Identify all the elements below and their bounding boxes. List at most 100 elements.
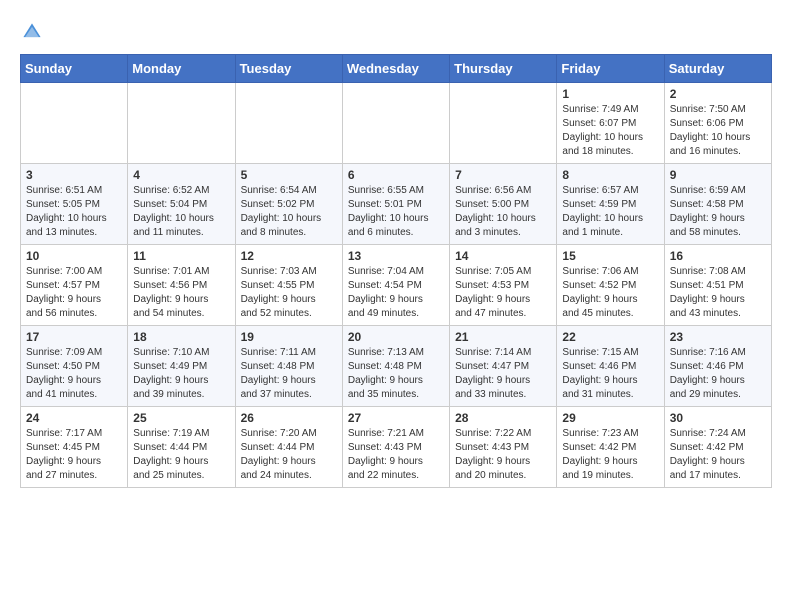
day-info: Sunrise: 7:13 AM Sunset: 4:48 PM Dayligh… (348, 346, 444, 402)
day-number: 25 (133, 411, 229, 425)
day-info: Sunrise: 7:49 AM Sunset: 6:07 PM Dayligh… (562, 103, 658, 159)
day-number: 14 (455, 249, 551, 263)
day-info: Sunrise: 7:19 AM Sunset: 4:44 PM Dayligh… (133, 427, 229, 483)
calendar-cell: 23Sunrise: 7:16 AM Sunset: 4:46 PM Dayli… (664, 326, 771, 407)
calendar-cell: 1 Sunrise: 7:49 AM Sunset: 6:07 PM Daylig… (557, 83, 664, 164)
day-info: Sunrise: 7:24 AM Sunset: 4:42 PM Dayligh… (670, 427, 766, 483)
day-info: Sunrise: 7:01 AM Sunset: 4:56 PM Dayligh… (133, 265, 229, 321)
day-number: 13 (348, 249, 444, 263)
calendar-cell: 20 Sunrise: 7:13 AM Sunset: 4:48 PM Dayli… (342, 326, 449, 407)
day-info: Sunrise: 6:51 AM Sunset: 5:05 PM Dayligh… (26, 184, 122, 240)
day-number: 19 (241, 330, 337, 344)
day-number: 5 (241, 168, 337, 182)
day-info: Sunrise: 6:55 AM Sunset: 5:01 PM Dayligh… (348, 184, 444, 240)
day-number: 11 (133, 249, 229, 263)
calendar-cell: 4 Sunrise: 6:52 AM Sunset: 5:04 PM Daylig… (128, 164, 235, 245)
calendar-header-tuesday: Tuesday (235, 55, 342, 83)
day-number: 8 (562, 168, 658, 182)
calendar-cell: 21 Sunrise: 7:14 AM Sunset: 4:47 PM Dayli… (450, 326, 557, 407)
calendar-cell: 27 Sunrise: 7:21 AM Sunset: 4:43 PM Dayli… (342, 407, 449, 488)
calendar-cell: 3 Sunrise: 6:51 AM Sunset: 5:05 PM Daylig… (21, 164, 128, 245)
day-info: Sunrise: 7:17 AM Sunset: 4:45 PM Dayligh… (26, 427, 122, 483)
logo-icon (20, 20, 44, 44)
day-number: 3 (26, 168, 122, 182)
day-info: Sunrise: 7:21 AM Sunset: 4:43 PM Dayligh… (348, 427, 444, 483)
day-info: Sunrise: 7:08 AM Sunset: 4:51 PM Dayligh… (670, 265, 766, 321)
day-info: Sunrise: 7:00 AM Sunset: 4:57 PM Dayligh… (26, 265, 122, 321)
day-info: Sunrise: 7:10 AM Sunset: 4:49 PM Dayligh… (133, 346, 229, 402)
calendar-week-row: 3 Sunrise: 6:51 AM Sunset: 5:05 PM Daylig… (21, 164, 772, 245)
calendar-header-row: SundayMondayTuesdayWednesdayThursdayFrid… (21, 55, 772, 83)
calendar-header-friday: Friday (557, 55, 664, 83)
day-info: Sunrise: 7:04 AM Sunset: 4:54 PM Dayligh… (348, 265, 444, 321)
day-info: Sunrise: 7:03 AM Sunset: 4:55 PM Dayligh… (241, 265, 337, 321)
calendar-week-row: 17 Sunrise: 7:09 AM Sunset: 4:50 PM Dayli… (21, 326, 772, 407)
day-number: 22 (562, 330, 658, 344)
calendar-week-row: 24Sunrise: 7:17 AM Sunset: 4:45 PM Dayli… (21, 407, 772, 488)
calendar-header-sunday: Sunday (21, 55, 128, 83)
day-info: Sunrise: 6:59 AM Sunset: 4:58 PM Dayligh… (670, 184, 766, 240)
day-info: Sunrise: 7:22 AM Sunset: 4:43 PM Dayligh… (455, 427, 551, 483)
day-number: 9 (670, 168, 766, 182)
calendar-cell: 19 Sunrise: 7:11 AM Sunset: 4:48 PM Dayli… (235, 326, 342, 407)
day-number: 29 (562, 411, 658, 425)
day-info: Sunrise: 7:14 AM Sunset: 4:47 PM Dayligh… (455, 346, 551, 402)
day-number: 23 (670, 330, 766, 344)
day-number: 17 (26, 330, 122, 344)
day-number: 18 (133, 330, 229, 344)
day-info: Sunrise: 6:52 AM Sunset: 5:04 PM Dayligh… (133, 184, 229, 240)
calendar-cell: 18 Sunrise: 7:10 AM Sunset: 4:49 PM Dayli… (128, 326, 235, 407)
calendar-table: SundayMondayTuesdayWednesdayThursdayFrid… (20, 54, 772, 488)
day-number: 10 (26, 249, 122, 263)
calendar-cell: 10 Sunrise: 7:00 AM Sunset: 4:57 PM Dayli… (21, 245, 128, 326)
day-number: 4 (133, 168, 229, 182)
day-number: 21 (455, 330, 551, 344)
day-number: 15 (562, 249, 658, 263)
calendar-cell (342, 83, 449, 164)
day-info: Sunrise: 6:56 AM Sunset: 5:00 PM Dayligh… (455, 184, 551, 240)
day-number: 20 (348, 330, 444, 344)
calendar-cell: 25 Sunrise: 7:19 AM Sunset: 4:44 PM Dayli… (128, 407, 235, 488)
day-number: 28 (455, 411, 551, 425)
calendar-header-monday: Monday (128, 55, 235, 83)
calendar-cell: 8 Sunrise: 6:57 AM Sunset: 4:59 PM Daylig… (557, 164, 664, 245)
calendar-cell (235, 83, 342, 164)
day-info: Sunrise: 7:05 AM Sunset: 4:53 PM Dayligh… (455, 265, 551, 321)
page-header (20, 20, 772, 44)
calendar-cell: 12 Sunrise: 7:03 AM Sunset: 4:55 PM Dayli… (235, 245, 342, 326)
calendar-header-wednesday: Wednesday (342, 55, 449, 83)
calendar-cell (21, 83, 128, 164)
day-info: Sunrise: 6:57 AM Sunset: 4:59 PM Dayligh… (562, 184, 658, 240)
calendar-cell: 22Sunrise: 7:15 AM Sunset: 4:46 PM Dayli… (557, 326, 664, 407)
day-number: 6 (348, 168, 444, 182)
day-number: 16 (670, 249, 766, 263)
day-info: Sunrise: 7:11 AM Sunset: 4:48 PM Dayligh… (241, 346, 337, 402)
calendar-header-thursday: Thursday (450, 55, 557, 83)
day-number: 26 (241, 411, 337, 425)
day-info: Sunrise: 7:06 AM Sunset: 4:52 PM Dayligh… (562, 265, 658, 321)
calendar-cell: 28 Sunrise: 7:22 AM Sunset: 4:43 PM Dayli… (450, 407, 557, 488)
day-info: Sunrise: 7:50 AM Sunset: 6:06 PM Dayligh… (670, 103, 766, 159)
day-info: Sunrise: 7:20 AM Sunset: 4:44 PM Dayligh… (241, 427, 337, 483)
calendar-cell: 7 Sunrise: 6:56 AM Sunset: 5:00 PM Daylig… (450, 164, 557, 245)
calendar-cell: 13 Sunrise: 7:04 AM Sunset: 4:54 PM Dayli… (342, 245, 449, 326)
calendar-cell: 30 Sunrise: 7:24 AM Sunset: 4:42 PM Dayli… (664, 407, 771, 488)
calendar-cell (128, 83, 235, 164)
calendar-cell (450, 83, 557, 164)
day-number: 30 (670, 411, 766, 425)
day-info: Sunrise: 7:09 AM Sunset: 4:50 PM Dayligh… (26, 346, 122, 402)
calendar-cell: 2Sunrise: 7:50 AM Sunset: 6:06 PM Daylig… (664, 83, 771, 164)
day-number: 1 (562, 87, 658, 101)
calendar-cell: 15 Sunrise: 7:06 AM Sunset: 4:52 PM Dayli… (557, 245, 664, 326)
calendar-header-saturday: Saturday (664, 55, 771, 83)
calendar-cell: 14 Sunrise: 7:05 AM Sunset: 4:53 PM Dayli… (450, 245, 557, 326)
calendar-cell: 9 Sunrise: 6:59 AM Sunset: 4:58 PM Daylig… (664, 164, 771, 245)
calendar-cell: 17 Sunrise: 7:09 AM Sunset: 4:50 PM Dayli… (21, 326, 128, 407)
day-number: 7 (455, 168, 551, 182)
day-number: 27 (348, 411, 444, 425)
calendar-cell: 6 Sunrise: 6:55 AM Sunset: 5:01 PM Daylig… (342, 164, 449, 245)
day-number: 12 (241, 249, 337, 263)
calendar-week-row: 10 Sunrise: 7:00 AM Sunset: 4:57 PM Dayli… (21, 245, 772, 326)
calendar-week-row: 1 Sunrise: 7:49 AM Sunset: 6:07 PM Daylig… (21, 83, 772, 164)
logo (20, 20, 48, 44)
